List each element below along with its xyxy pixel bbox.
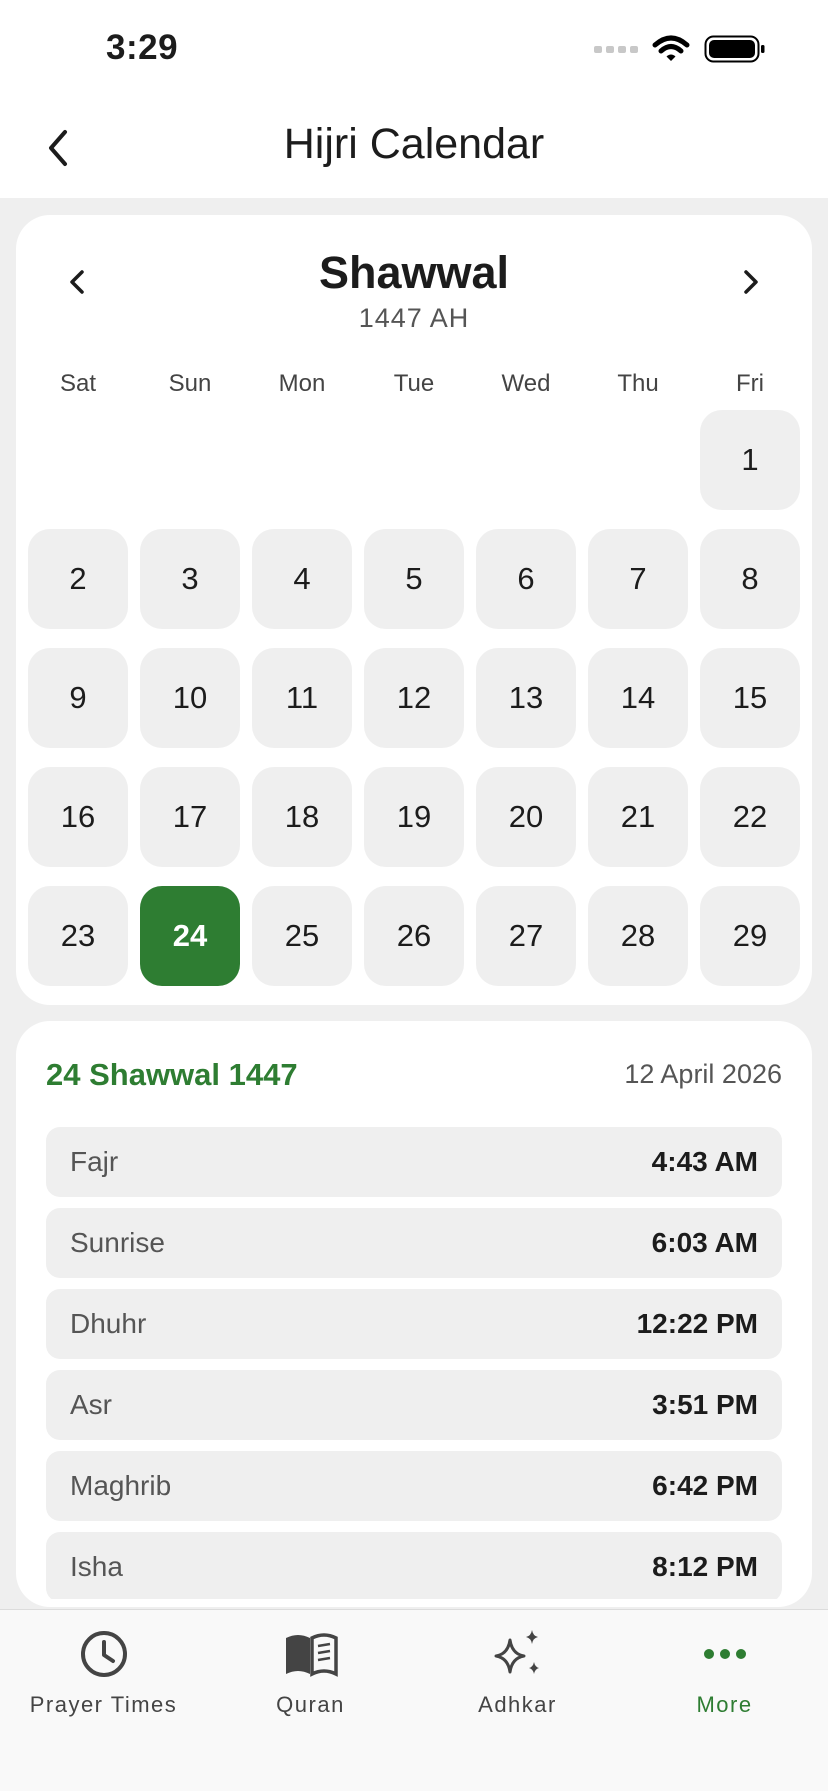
calendar-day[interactable]: 16 (28, 767, 128, 867)
calendar-day[interactable]: 8 (700, 529, 800, 629)
tab-label: Adhkar (478, 1692, 557, 1717)
prayer-row-dhuhr: Dhuhr 12:22 PM (46, 1289, 782, 1359)
calendar-day[interactable]: 22 (700, 767, 800, 867)
prayer-name: Sunrise (70, 1227, 165, 1258)
tab-adhkar[interactable]: Adhkar (414, 1610, 621, 1730)
prayer-time: 4:43 AM (651, 1146, 758, 1177)
calendar-day[interactable]: 17 (140, 767, 240, 867)
weekday-label: Tue (393, 370, 435, 397)
weekday-label: Sat (59, 370, 97, 397)
tab-quran[interactable]: Quran (207, 1610, 414, 1730)
prayer-time: 8:12 PM (652, 1551, 758, 1582)
calendar-day[interactable]: 9 (28, 648, 128, 748)
calendar-day[interactable]: 1 (700, 410, 800, 510)
page-title: Hijri Calendar (283, 120, 545, 168)
prayer-time: 6:03 AM (651, 1227, 758, 1258)
prayer-times-list[interactable]: Fajr 4:43 AM Sunrise 6:03 AM Dhuhr 12:22… (46, 1127, 782, 1599)
calendar-day[interactable]: 5 (364, 529, 464, 629)
calendar-day-selected[interactable]: 24 (140, 886, 240, 986)
month-name: Shawwal (318, 247, 510, 298)
calendar-day[interactable]: 6 (476, 529, 576, 629)
calendar-day[interactable]: 26 (364, 886, 464, 986)
prayer-name: Asr (70, 1389, 112, 1420)
calendar-day[interactable]: 23 (28, 886, 128, 986)
prayer-row-asr: Asr 3:51 PM (46, 1370, 782, 1440)
selected-gregorian-date: 12 April 2026 (624, 1059, 782, 1089)
nav-header: Hijri Calendar (0, 100, 828, 198)
calendar-day[interactable]: 29 (700, 886, 800, 986)
selected-hijri-date: 24 Shawwal 1447 (46, 1057, 298, 1092)
calendar-day[interactable]: 21 (588, 767, 688, 867)
prayer-time: 6:42 PM (652, 1470, 758, 1501)
tab-label: More (696, 1692, 753, 1717)
calendar-day[interactable]: 19 (364, 767, 464, 867)
book-icon (281, 1624, 341, 1684)
prayer-row-isha: Isha 8:12 PM (46, 1532, 782, 1599)
prayer-name: Maghrib (70, 1470, 172, 1501)
calendar-day[interactable]: 15 (700, 648, 800, 748)
status-bar: 3:29 (0, 0, 828, 100)
status-icons (594, 34, 766, 64)
year-label: 1447 AH (358, 303, 470, 333)
calendar-day[interactable]: 11 (252, 648, 352, 748)
weekday-label: Mon (278, 370, 326, 397)
weekday-row: Sat Sun Mon Tue Wed Thu Fri (28, 370, 804, 410)
wifi-icon (652, 35, 690, 61)
sparkles-icon (488, 1624, 548, 1684)
prayer-time: 3:51 PM (652, 1389, 758, 1420)
weekday-label: Wed (501, 370, 551, 397)
chevron-right-icon (744, 270, 758, 294)
calendar-day[interactable]: 7 (588, 529, 688, 629)
calendar-day[interactable]: 10 (140, 648, 240, 748)
next-month-button[interactable] (726, 257, 776, 307)
tab-label: Quran (276, 1692, 345, 1717)
clock-icon (74, 1624, 134, 1684)
signal-icon (594, 46, 638, 53)
weekday-label: Sun (168, 370, 212, 397)
calendar-day[interactable]: 4 (252, 529, 352, 629)
prayer-time: 12:22 PM (636, 1308, 758, 1339)
tab-prayer-times[interactable]: Prayer Times (0, 1610, 207, 1730)
calendar-day[interactable]: 12 (364, 648, 464, 748)
weekday-label: Thu (617, 370, 659, 397)
prayer-row-fajr: Fajr 4:43 AM (46, 1127, 782, 1197)
calendar-day[interactable]: 20 (476, 767, 576, 867)
prayer-name: Dhuhr (70, 1308, 147, 1339)
calendar-day[interactable]: 25 (252, 886, 352, 986)
prayer-row-sunrise: Sunrise 6:03 AM (46, 1208, 782, 1278)
prayer-row-maghrib: Maghrib 6:42 PM (46, 1451, 782, 1521)
calendar-day[interactable]: 3 (140, 529, 240, 629)
weekday-label: Fri (736, 370, 764, 397)
battery-icon (704, 35, 765, 63)
tab-bar: Prayer Times Quran Adhkar More (0, 1609, 828, 1791)
prayer-name: Fajr (70, 1146, 119, 1177)
tab-label: Prayer Times (29, 1692, 178, 1717)
prayer-name: Isha (70, 1551, 123, 1582)
calendar-day[interactable]: 28 (588, 886, 688, 986)
calendar-day[interactable]: 27 (476, 886, 576, 986)
more-icon (695, 1624, 755, 1684)
tab-more[interactable]: More (621, 1610, 828, 1730)
calendar-day[interactable]: 13 (476, 648, 576, 748)
calendar-card: Shawwal 1447 AH Sat Sun Mon Tue Wed Thu … (16, 215, 812, 1005)
day-details-card: 24 Shawwal 1447 12 April 2026 Fajr 4:43 … (16, 1021, 812, 1607)
status-time: 3:29 (106, 28, 179, 67)
calendar-day[interactable]: 14 (588, 648, 688, 748)
calendar-day[interactable]: 18 (252, 767, 352, 867)
calendar-day[interactable]: 2 (28, 529, 128, 629)
